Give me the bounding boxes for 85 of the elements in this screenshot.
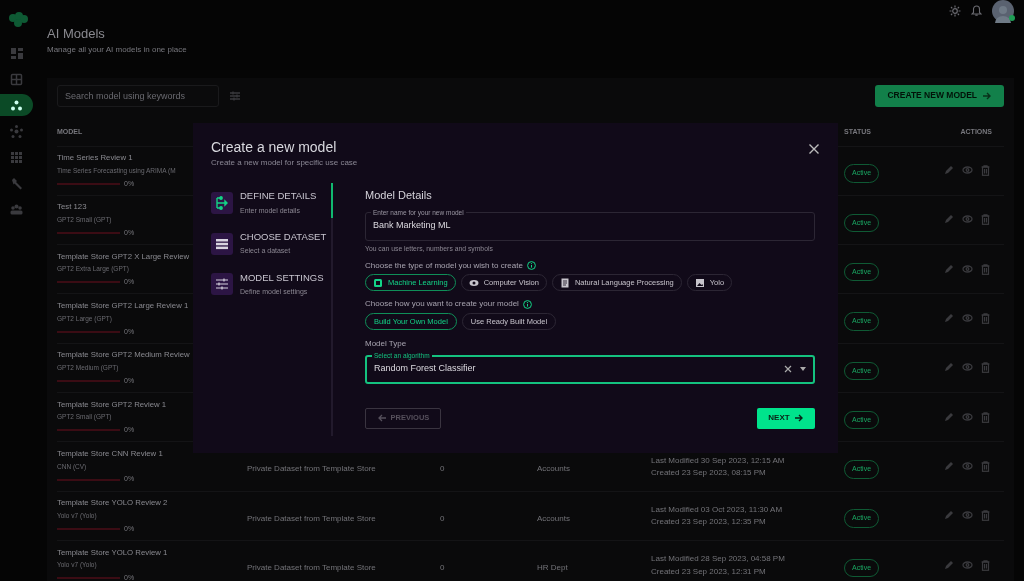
view-icon[interactable] xyxy=(962,559,973,570)
field-label: Model Type xyxy=(365,338,408,349)
info-icon xyxy=(522,299,532,309)
filter-icon[interactable] xyxy=(229,89,241,102)
flow-icon xyxy=(215,195,229,210)
edit-icon[interactable] xyxy=(944,263,954,274)
arrow-left-icon xyxy=(376,414,386,422)
edit-icon[interactable] xyxy=(944,165,954,176)
create-new-model-button[interactable]: CREATE NEW MODEL xyxy=(875,84,1004,107)
question-label: Choose how you want to create your model xyxy=(365,299,519,309)
view-icon[interactable] xyxy=(962,263,973,274)
delete-icon[interactable] xyxy=(981,313,990,325)
modified-date: Last Modified 03 Oct 2023, 11:30 AM xyxy=(651,505,783,515)
view-icon[interactable] xyxy=(962,411,973,422)
view-icon[interactable] xyxy=(962,510,973,521)
clear-icon[interactable] xyxy=(784,365,792,373)
bell-icon[interactable] xyxy=(971,5,982,17)
caret-icon[interactable] xyxy=(800,367,806,371)
delete-icon[interactable] xyxy=(981,263,990,275)
count-cell: 0 xyxy=(440,464,445,474)
list-icon xyxy=(215,236,229,251)
team-icon xyxy=(10,202,23,216)
created-date: Created 23 Sep 2023, 12:35 PM xyxy=(651,517,766,527)
view-icon[interactable] xyxy=(962,362,973,373)
dashboard-icon xyxy=(10,46,23,60)
grid-icon xyxy=(10,72,23,86)
department-cell: Accounts xyxy=(537,464,570,474)
edit-icon[interactable] xyxy=(944,214,954,225)
logo-icon xyxy=(7,10,29,30)
image-icon xyxy=(694,277,705,288)
sidebar-item[interactable] xyxy=(0,94,33,116)
count-cell: 0 xyxy=(440,563,445,572)
edit-icon[interactable] xyxy=(944,362,954,373)
modal-title: Create a new model xyxy=(211,140,337,156)
delete-icon[interactable] xyxy=(981,460,990,472)
created-date: Created 23 Sep 2023, 12:31 PM xyxy=(651,566,766,576)
eye-icon xyxy=(468,277,479,288)
step-title: MODEL SETTINGS xyxy=(240,270,324,285)
avatar[interactable] xyxy=(992,0,1014,22)
page-subtitle: Manage all your AI models in one place xyxy=(47,43,188,56)
question-label: Choose the type of model you wish to create xyxy=(365,260,523,271)
delete-icon[interactable] xyxy=(981,411,990,423)
next-button[interactable]: NEXT xyxy=(757,407,815,429)
modified-date: Last Modified 28 Sep 2023, 04:58 PM xyxy=(651,554,785,564)
edit-icon[interactable] xyxy=(944,460,954,471)
arrow-right-icon xyxy=(794,414,804,422)
modified-date: Last Modified 30 Sep 2023, 12:15 AM xyxy=(651,455,785,465)
edit-icon[interactable] xyxy=(944,559,954,570)
delete-icon[interactable] xyxy=(981,559,990,571)
dataset-name: Private Dataset from Template Store xyxy=(247,563,376,572)
info-icon xyxy=(526,261,536,271)
delete-icon[interactable] xyxy=(981,510,990,522)
close-icon xyxy=(808,143,820,155)
document-icon xyxy=(559,277,570,288)
wrench-icon xyxy=(10,176,23,190)
sliders-icon xyxy=(215,277,229,292)
modal-subtitle: Create a new model for specific use case xyxy=(211,157,358,170)
page-title: AI Models xyxy=(47,25,106,43)
created-date: Created 23 Sep 2023, 08:15 PM xyxy=(651,467,766,478)
count-cell: 0 xyxy=(440,513,445,523)
delete-icon[interactable] xyxy=(981,214,990,226)
brightness-icon[interactable] xyxy=(949,5,961,17)
step-title: CHOOSE DATASET xyxy=(240,230,327,245)
dataset-name: Private Dataset from Template Store xyxy=(247,513,376,523)
view-icon[interactable] xyxy=(962,165,973,176)
edit-icon[interactable] xyxy=(944,313,954,324)
step-title: DEFINE DETAILS xyxy=(240,189,317,204)
department-cell: Accounts xyxy=(537,513,570,523)
edit-icon[interactable] xyxy=(944,411,954,422)
network-icon xyxy=(10,124,23,138)
view-icon[interactable] xyxy=(962,460,973,471)
close-button[interactable] xyxy=(808,143,820,155)
online-status-icon xyxy=(1009,15,1015,21)
search-field[interactable]: Search model using keywords xyxy=(57,84,219,107)
section-title: Model Details xyxy=(365,189,433,203)
dataset-name: Private Dataset from Template Store xyxy=(247,464,376,474)
arrow-right-icon xyxy=(983,91,992,100)
apps-icon xyxy=(10,150,23,164)
department-cell: HR Dept xyxy=(537,563,568,572)
cluster-icon xyxy=(10,98,23,112)
delete-icon[interactable] xyxy=(981,165,990,177)
view-icon[interactable] xyxy=(962,313,973,324)
edit-icon[interactable] xyxy=(944,510,954,521)
view-icon[interactable] xyxy=(962,214,973,225)
delete-icon[interactable] xyxy=(981,362,990,374)
